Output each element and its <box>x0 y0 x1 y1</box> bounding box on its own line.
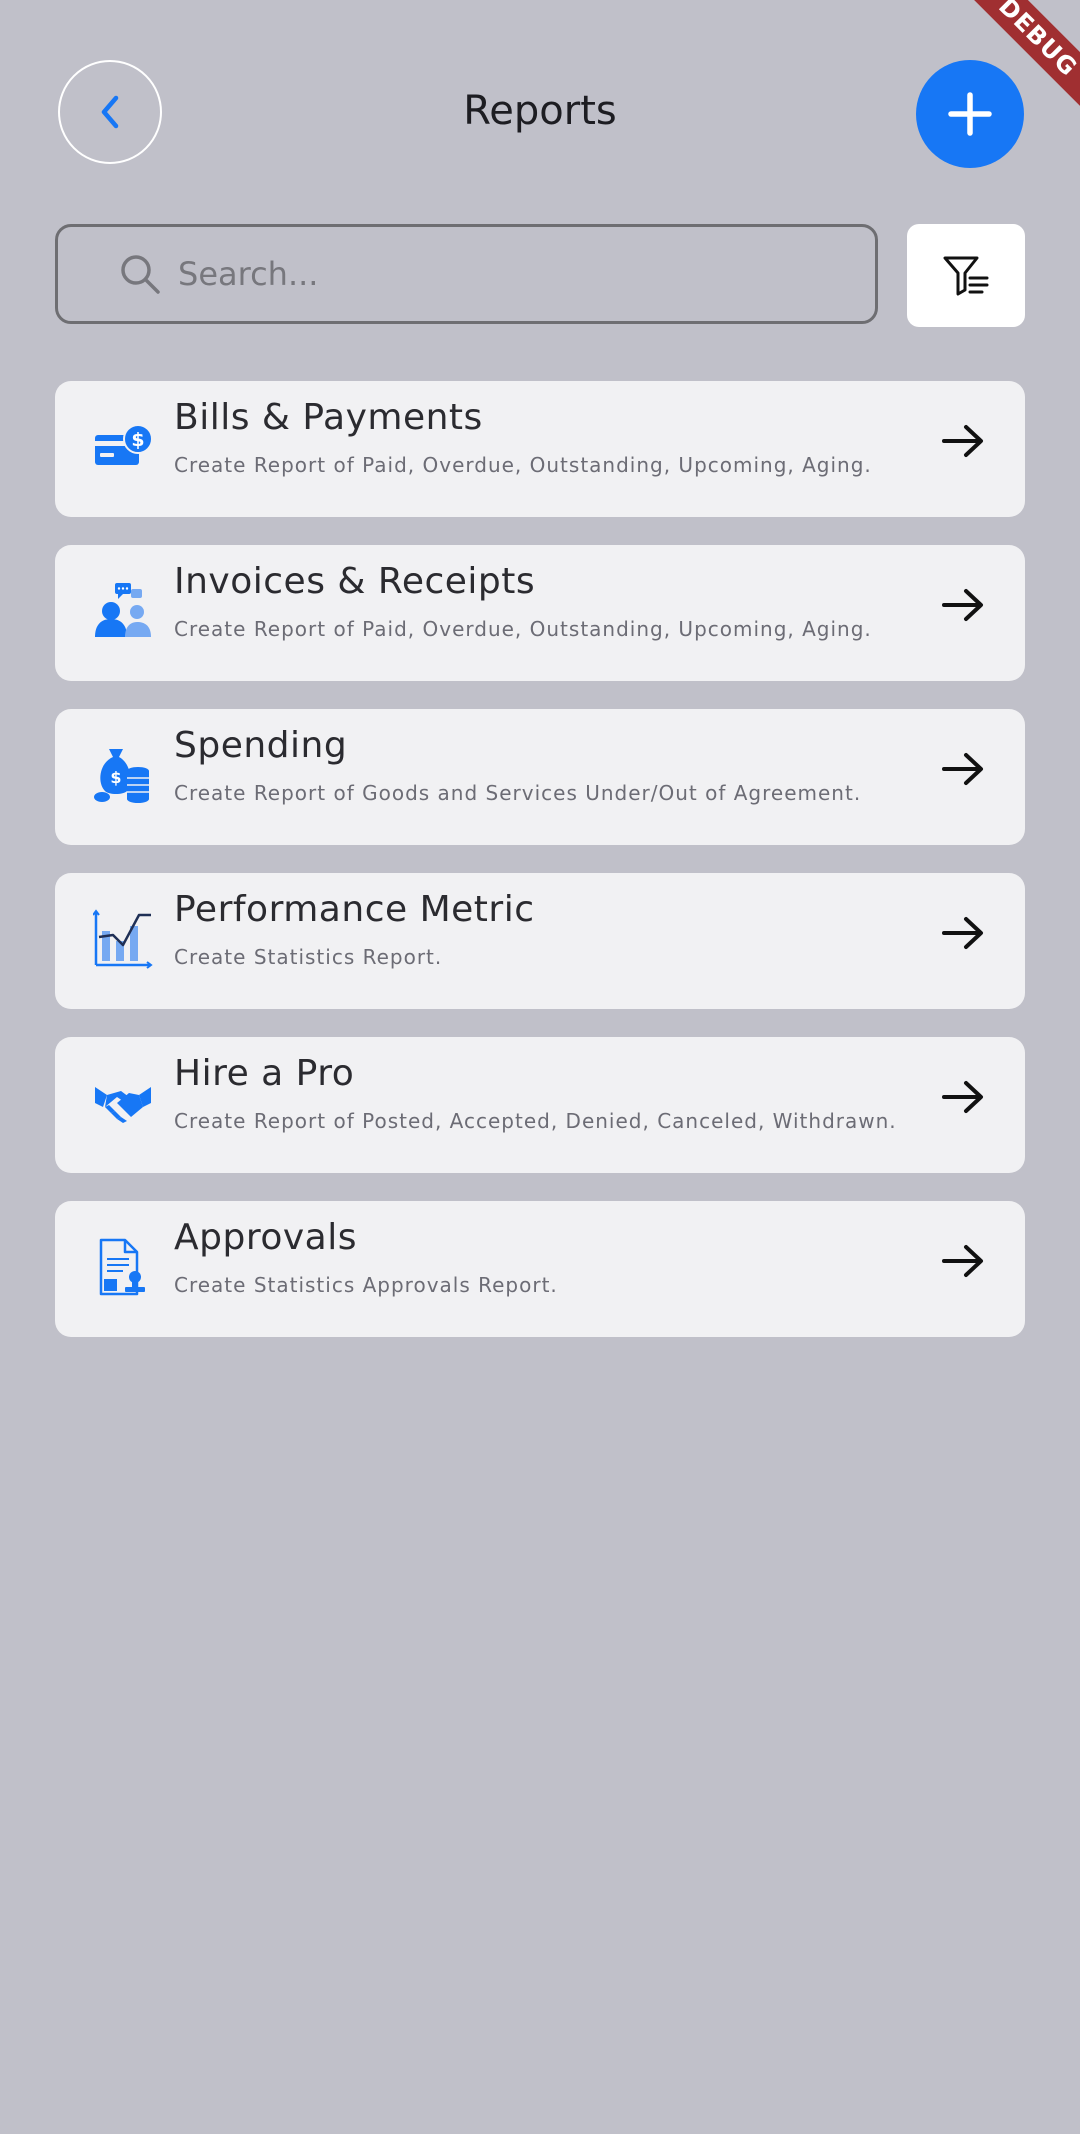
report-title: Invoices & Receipts <box>174 561 536 602</box>
handshake-icon <box>95 1087 151 1123</box>
arrow-right-icon <box>942 589 983 621</box>
report-subtitle: Create Report of Goods and Services Unde… <box>174 781 862 805</box>
report-subtitle: Create Statistics Report. <box>174 945 443 969</box>
filter-list-icon <box>943 256 989 295</box>
search-input[interactable] <box>176 254 820 294</box>
arrow-right-icon <box>942 425 983 457</box>
search-row <box>55 224 1025 327</box>
search-field[interactable] <box>55 224 878 324</box>
filter-button[interactable] <box>907 224 1025 327</box>
add-report-button[interactable] <box>916 60 1024 168</box>
arrow-right-icon <box>942 917 983 949</box>
report-subtitle: Create Statistics Approvals Report. <box>174 1273 558 1297</box>
report-title: Hire a Pro <box>174 1053 355 1094</box>
report-title: Approvals <box>174 1217 357 1258</box>
report-card-invoices-receipts[interactable]: Invoices & Receipts Create Report of Pai… <box>55 545 1025 681</box>
report-title: Bills & Payments <box>174 397 483 438</box>
report-list: $ Bills & Payments Create Report of Paid… <box>55 381 1025 1365</box>
report-subtitle: Create Report of Paid, Overdue, Outstand… <box>174 453 872 477</box>
document-stamp-icon <box>99 1238 145 1296</box>
svg-text:$: $ <box>131 429 144 451</box>
search-icon <box>121 255 160 294</box>
report-card-bills-payments[interactable]: $ Bills & Payments Create Report of Paid… <box>55 381 1025 517</box>
bar-chart-icon <box>93 909 153 969</box>
arrow-right-icon <box>942 1081 983 1113</box>
report-subtitle: Create Report of Posted, Accepted, Denie… <box>174 1109 897 1133</box>
report-title: Spending <box>174 725 348 766</box>
arrow-right-icon <box>942 1245 983 1277</box>
plus-icon <box>948 92 992 136</box>
money-bag-coins-icon: $ <box>94 749 149 803</box>
report-subtitle: Create Report of Paid, Overdue, Outstand… <box>174 617 872 641</box>
page-title: Reports <box>463 88 617 134</box>
svg-text:$: $ <box>110 768 121 787</box>
report-card-hire-a-pro[interactable]: Hire a Pro Create Report of Posted, Acce… <box>55 1037 1025 1173</box>
report-card-spending[interactable]: $ Spending Create Report of Goods and Se… <box>55 709 1025 845</box>
credit-card-dollar-icon: $ <box>95 424 153 465</box>
report-card-approvals[interactable]: Approvals Create Statistics Approvals Re… <box>55 1201 1025 1337</box>
app-header: Reports <box>58 60 1024 168</box>
arrow-right-icon <box>942 753 983 785</box>
report-card-performance-metric[interactable]: Performance Metric Create Statistics Rep… <box>55 873 1025 1009</box>
people-chat-icon <box>95 583 151 637</box>
report-title: Performance Metric <box>174 889 535 930</box>
